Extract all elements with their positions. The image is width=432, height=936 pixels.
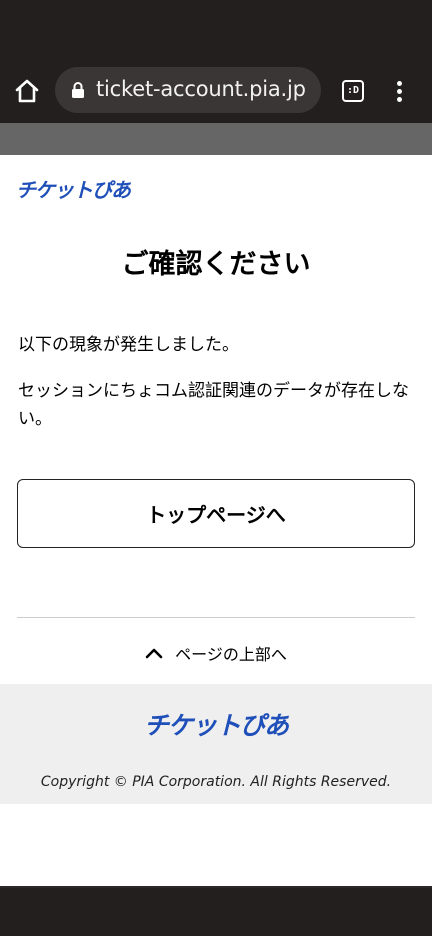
page-title: ご確認ください [121,249,311,280]
status-bar [0,0,432,58]
footer-logo[interactable]: チケットぴあ [0,706,432,742]
browser-toolbar: ticket-account.pia.jp :D [0,58,432,123]
home-icon[interactable] [12,76,42,106]
chevron-up-icon [145,648,163,659]
more-menu-icon[interactable] [390,78,410,104]
back-to-top-link[interactable]: ページの上部へ [0,638,432,668]
page-top-strip [0,123,432,155]
system-nav-bar [0,886,432,936]
lock-icon [71,81,85,99]
top-page-button[interactable]: トップページへ [17,479,415,548]
divider [17,617,415,618]
tab-switcher-button[interactable]: :D [342,80,364,102]
site-logo[interactable]: チケットぴあ [16,174,131,203]
footer: チケットぴあ Copyright © PIA Corporation. All … [0,684,432,804]
error-detail-text: セッションにちょコム認証関連のデータが存在しない。 [18,381,409,429]
address-bar[interactable]: ticket-account.pia.jp [55,67,321,113]
error-intro-text: 以下の現象が発生しました。 [18,335,239,355]
copyright-text: Copyright © PIA Corporation. All Rights … [40,774,392,790]
back-to-top-label: ページの上部へ [175,645,287,664]
url-text: ticket-account.pia.jp [96,77,306,101]
